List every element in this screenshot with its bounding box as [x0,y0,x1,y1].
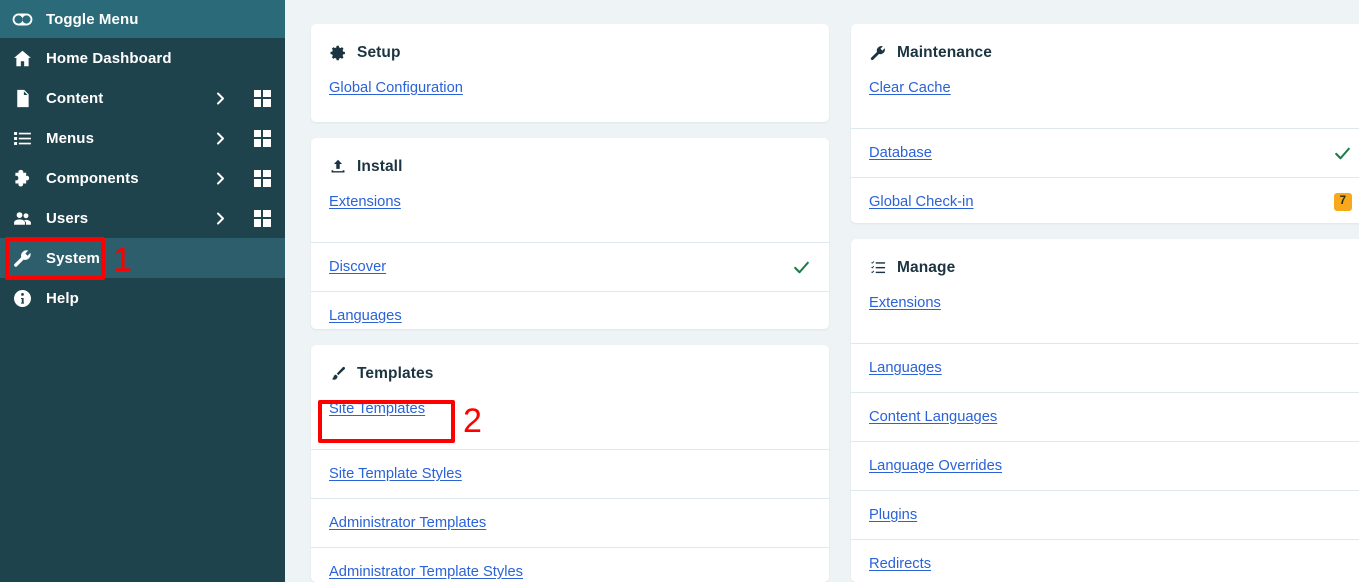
sidebar-item-menus[interactable]: Menus [0,118,285,158]
panel-row: Content Languages [851,391,1359,441]
link-administrator-template-styles[interactable]: Administrator Template Styles [329,564,523,580]
link-redirects[interactable]: Redirects [869,556,931,572]
panel-maintenance: Maintenance Clear Cache Database Global Che… [851,24,1359,223]
panel-install: Install Extensions Discover Languages [311,138,829,329]
panel-templates: Templates Site Templates Site Template Sty… [311,344,829,582]
panel-manage: Manage Extensions Languages Content Languag… [851,238,1359,582]
count-badge: 7 [1333,193,1352,211]
panel-row: Extensions [851,295,1359,343]
wrench-icon [10,246,34,270]
chevron-right-icon[interactable] [209,211,231,226]
check-icon [1333,144,1352,163]
panel-title: Maintenance [897,44,992,61]
sidebar-item-label: Users [46,209,89,227]
link-discover[interactable]: Discover [329,259,386,275]
link-global-check-in[interactable]: Global Check-in [869,194,974,210]
chevron-right-icon[interactable] [209,91,231,106]
panel-row: Site Templates [311,401,829,449]
sidebar-item-label: Components [46,169,139,187]
link-plugins[interactable]: Plugins [869,507,917,523]
panel-setup: Setup Global Configuration [311,24,829,123]
sidebar-item-label: System [46,249,100,267]
link-content-languages[interactable]: Content Languages [869,409,997,425]
link-languages[interactable]: Languages [869,360,942,376]
gear-icon [329,44,347,62]
sidebar-item-help[interactable]: Help [0,278,285,318]
document-icon [10,86,34,110]
sidebar-item-label: Content [46,89,104,107]
panel-row: Global Check-in 7 [851,177,1359,223]
sidebar-item-home-dashboard[interactable]: Home Dashboard [0,38,285,78]
link-site-templates[interactable]: Site Templates [329,401,425,417]
tasks-icon [869,259,887,277]
link-clear-cache[interactable]: Clear Cache [869,80,951,96]
count-badge-wrap: 7 [1333,193,1352,211]
panel-row: Administrator Template Styles [311,546,829,582]
sidebar-nav-list: Home Dashboard Content Menus Components User… [0,38,285,318]
panel-row: Languages [311,291,829,329]
toggle-menu-label: Toggle Menu [46,10,139,28]
main-content: Setup Global Configuration Install Extensio… [285,0,1359,582]
link-language-overrides[interactable]: Language Overrides [869,458,1002,474]
panel-row: Discover [311,242,829,291]
link-extensions[interactable]: Extensions [869,295,941,311]
link-extensions[interactable]: Extensions [329,194,401,210]
puzzle-icon [10,166,34,190]
panel-title: Templates [357,364,434,382]
chevron-right-icon[interactable] [209,131,231,146]
sidebar-item-components[interactable]: Components [0,158,285,198]
list-icon [10,126,34,150]
sidebar-item-label: Home Dashboard [46,49,172,67]
upload-icon [329,158,347,176]
panel-title: Manage [897,258,956,276]
panel-header: Install [311,138,829,196]
wrench-icon [869,44,887,62]
panel-header: Templates [311,345,829,403]
panel-title: Setup [357,44,401,61]
dashboard-grid-icon[interactable] [251,169,273,187]
link-administrator-templates[interactable]: Administrator Templates [329,515,486,531]
panel-title: Install [357,158,403,176]
link-site-template-styles[interactable]: Site Template Styles [329,466,462,482]
panel-row: Redirects [851,538,1359,582]
panel-row: Global Configuration [311,80,829,122]
sidebar-item-content[interactable]: Content [0,78,285,118]
right-column: Maintenance Clear Cache Database Global Che… [851,24,1359,582]
panel-row: Clear Cache [851,80,1359,128]
dashboard-grid-icon[interactable] [251,209,273,227]
panel-row: Plugins [851,489,1359,539]
sidebar-item-users[interactable]: Users [0,198,285,238]
check-icon [792,258,811,277]
panel-row: Database [851,128,1359,177]
panel-row: Languages [851,342,1359,392]
sidebar-item-system[interactable]: System [0,238,285,278]
home-icon [10,46,34,70]
left-column: Setup Global Configuration Install Extensio… [311,24,829,582]
chevron-right-icon[interactable] [209,171,231,186]
link-database[interactable]: Database [869,145,932,161]
link-global-configuration[interactable]: Global Configuration [329,80,463,96]
link-languages[interactable]: Languages [329,308,402,324]
dashboard-grid-icon[interactable] [251,89,273,107]
dashboard-grid-icon[interactable] [251,129,273,147]
toggle-icon [10,7,34,31]
panel-header: Maintenance [851,24,1359,82]
panel-header: Manage [851,239,1359,297]
toggle-menu-button[interactable]: Toggle Menu [0,0,285,38]
joomla-admin-screen: Toggle Menu Home Dashboard Content Menus Co… [0,0,1359,582]
panel-row: Extensions [311,194,829,242]
panel-row: Administrator Templates [311,497,829,547]
info-icon [10,286,34,310]
sidebar-item-label: Menus [46,129,95,147]
panel-row: Site Template Styles [311,448,829,498]
sidebar: Toggle Menu Home Dashboard Content Menus Co… [0,0,285,582]
users-icon [10,206,34,230]
brush-icon [329,365,347,383]
panel-header: Setup [311,24,829,82]
panel-row: Language Overrides [851,440,1359,490]
sidebar-item-label: Help [46,289,79,307]
